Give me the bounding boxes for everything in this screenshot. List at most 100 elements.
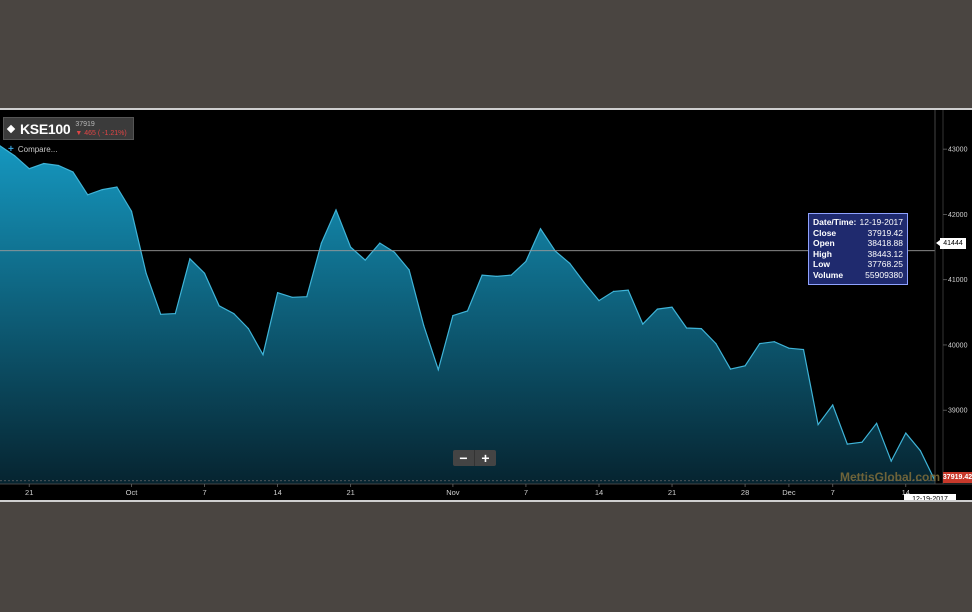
compare-button[interactable]: + Compare... [8, 144, 57, 155]
tooltip-value: 55909380 [865, 269, 903, 280]
tooltip-row: High 38443.12 [813, 249, 903, 260]
price-point [539, 228, 542, 230]
tooltip-label: Date/Time: [813, 217, 857, 227]
price-point [130, 210, 133, 212]
x-tick-label: 28 [741, 488, 749, 497]
price-point [525, 260, 527, 262]
price-point [145, 272, 147, 274]
price-point [656, 308, 659, 310]
price-point [876, 422, 878, 424]
price-point [408, 269, 410, 271]
price-point [203, 272, 206, 274]
price-point [802, 348, 805, 351]
price-point [452, 315, 454, 317]
crosshair-date-label: 12-19-2017 [904, 494, 956, 500]
last-price-tag: 37919.42 [942, 472, 972, 483]
price-point [306, 296, 308, 298]
price-point [277, 292, 279, 294]
price-point [174, 313, 176, 315]
price-point [189, 258, 191, 260]
price-point [919, 450, 922, 452]
price-point [28, 168, 30, 170]
x-tick-label: 21 [668, 488, 676, 497]
price-point [335, 209, 337, 211]
data-tooltip: Date/Time: 12-19-2017 Close 37919.42 Open 384… [808, 213, 908, 285]
price-point [116, 186, 118, 188]
price-point [598, 300, 600, 302]
y-tick-label: 40000 [948, 342, 968, 349]
tooltip-row: Open 38418.88 [813, 238, 903, 249]
price-point [744, 365, 746, 367]
price-point [87, 194, 89, 196]
price-point [72, 171, 74, 173]
watermark: MettisGlobal.com [840, 470, 941, 484]
quote-block: 37919 ▼ 465 ( -1.21%) [75, 120, 126, 138]
price-point [642, 323, 644, 325]
price-point [510, 274, 512, 276]
tooltip-label: Open [813, 238, 835, 249]
price-point [160, 313, 162, 315]
price-point [788, 347, 790, 349]
tooltip-value: 37768.25 [867, 259, 903, 270]
price-point [905, 432, 907, 434]
tooltip-label: Low [813, 259, 830, 270]
price-point [846, 443, 848, 445]
price-point [817, 424, 819, 426]
y-tick-label: 43000 [948, 147, 968, 154]
price-area [0, 145, 935, 484]
y-tick-label: 41000 [948, 277, 968, 284]
price-change: ▼ 465 ( -1.21%) [75, 129, 126, 138]
price-point [57, 164, 60, 167]
zoom-in-button[interactable]: + [474, 450, 496, 466]
tooltip-label: Close [813, 227, 837, 238]
y-tick-label: 39000 [948, 408, 968, 415]
tooltip-row: Low 37768.25 [813, 259, 903, 270]
zoom-controls: − + [453, 450, 496, 466]
x-tick-label: 14 [595, 488, 603, 497]
price-point [773, 341, 775, 343]
price-point [350, 246, 352, 248]
price-point [101, 189, 103, 191]
x-tick-label: 21 [25, 488, 33, 497]
x-tick-label: 7 [524, 488, 528, 497]
tooltip-value: 37919.42 [867, 227, 903, 238]
price-point [729, 368, 732, 370]
price-chart[interactable]: 43000420004100040000390003800021Oct71421… [0, 110, 972, 500]
price-point [613, 290, 615, 292]
price-point [437, 369, 439, 371]
price-point [686, 327, 688, 329]
symbol-marker-icon [6, 124, 16, 133]
price-point [364, 259, 366, 261]
tooltip-label: High [813, 248, 832, 259]
price-point [218, 305, 220, 307]
chart-frame: 43000420004100040000390003800021Oct71421… [0, 108, 972, 502]
price-point [379, 242, 381, 244]
symbol-name: KSE100 [20, 120, 71, 137]
price-point [247, 328, 249, 330]
last-price: 37919 [75, 120, 95, 128]
down-arrow-icon: ▼ [75, 129, 83, 137]
price-point [291, 296, 293, 298]
x-tick-label: Nov [446, 488, 460, 497]
x-tick-label: Dec [782, 488, 796, 497]
tooltip-value: 12-19-2017 [859, 217, 903, 227]
price-point [423, 324, 425, 326]
price-change-value: 465 ( -1.21%) [84, 129, 127, 137]
tooltip-value: 38443.12 [867, 248, 903, 259]
zoom-out-button[interactable]: − [453, 450, 474, 466]
compare-label: Compare... [17, 145, 58, 154]
tooltip-row: Volume 55909380 [813, 270, 903, 281]
y-tick-label: 42000 [948, 212, 968, 219]
price-point [832, 404, 834, 406]
x-tick-label: 21 [346, 488, 354, 497]
price-point [700, 328, 702, 330]
price-point [583, 282, 586, 284]
price-point [627, 289, 629, 291]
price-point [715, 343, 717, 345]
price-point [861, 441, 863, 443]
price-point [890, 460, 892, 462]
price-point [233, 313, 235, 315]
price-point [43, 162, 45, 165]
price-point [14, 155, 16, 157]
x-tick-label: 7 [202, 488, 206, 497]
